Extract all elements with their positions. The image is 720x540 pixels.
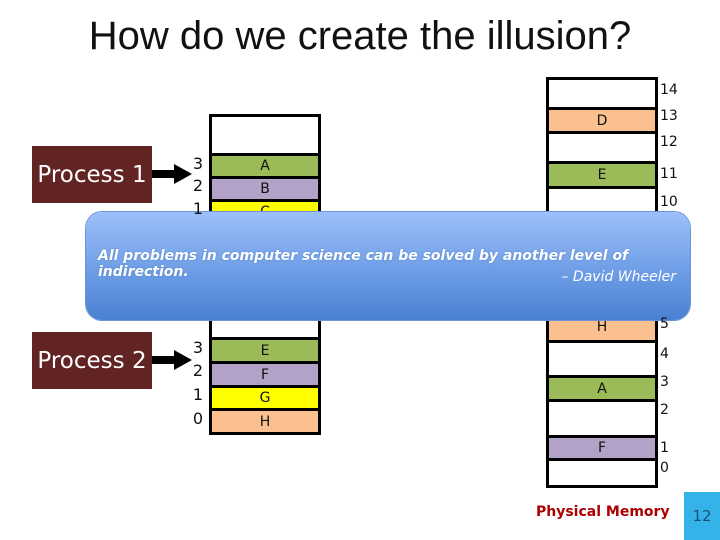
slide-title: How do we create the illusion? — [88, 14, 632, 58]
page-index: 1 — [192, 385, 204, 404]
frame-number: 4 — [660, 346, 669, 362]
frame-number: 0 — [660, 460, 669, 476]
page-index: 3 — [192, 154, 204, 173]
frame-number: 5 — [660, 316, 669, 332]
page-index: 2 — [192, 361, 204, 380]
page-h: H — [212, 408, 318, 432]
process-1-box: Process 1 — [32, 146, 152, 203]
page-g: G — [212, 385, 318, 408]
quote-callout: All problems in computer science can be … — [86, 212, 690, 320]
arrow-icon — [152, 350, 192, 370]
memory-frame: E — [549, 161, 655, 186]
process-2-box: Process 2 — [32, 332, 152, 389]
page-e: E — [212, 337, 318, 361]
page-a: A — [212, 153, 318, 176]
slide-number: 12 — [684, 492, 720, 540]
memory-frame: A — [549, 375, 655, 399]
page-index: 3 — [192, 338, 204, 357]
memory-frame — [549, 131, 655, 161]
frame-number: 14 — [660, 82, 678, 98]
process-2-page-table: E F G H — [209, 300, 321, 435]
memory-frame — [549, 458, 655, 485]
page-b: B — [212, 176, 318, 199]
page-index: 0 — [192, 409, 204, 428]
frame-number: 11 — [660, 166, 678, 182]
memory-frame — [549, 80, 655, 107]
physical-memory-label: Physical Memory — [536, 504, 670, 520]
memory-frame — [549, 340, 655, 375]
page-f: F — [212, 361, 318, 385]
frame-number: 2 — [660, 402, 669, 418]
memory-frame: D — [549, 107, 655, 131]
memory-frame — [549, 399, 655, 435]
memory-frame: F — [549, 435, 655, 458]
page-index: 2 — [192, 176, 204, 195]
page-index: 1 — [192, 199, 204, 218]
frame-number: 3 — [660, 374, 669, 390]
frame-number: 1 — [660, 440, 669, 456]
frame-number: 12 — [660, 134, 678, 150]
arrow-icon — [152, 164, 192, 184]
quote-author: – David Wheeler — [561, 269, 676, 285]
frame-number: 10 — [660, 194, 678, 210]
frame-number: 13 — [660, 108, 678, 124]
